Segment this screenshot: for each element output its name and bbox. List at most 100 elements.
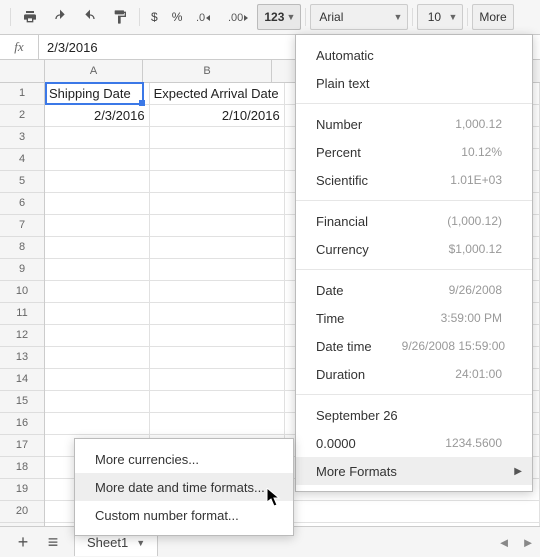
cell[interactable]: 2/3/2016: [45, 105, 150, 126]
cell[interactable]: [45, 391, 150, 412]
menu-item-date[interactable]: Date9/26/2008: [296, 276, 532, 304]
row-header[interactable]: 11: [0, 303, 44, 325]
more-toolbar-button[interactable]: More: [472, 4, 514, 30]
font-select[interactable]: Arial ▼: [310, 4, 408, 30]
column-header-A[interactable]: A: [45, 60, 143, 82]
increase-decimal-button[interactable]: .00: [222, 5, 256, 29]
row-header[interactable]: 5: [0, 171, 44, 193]
row-header[interactable]: 4: [0, 149, 44, 171]
row-header[interactable]: 14: [0, 369, 44, 391]
menu-item-number[interactable]: Number1,000.12: [296, 110, 532, 138]
cell[interactable]: [45, 215, 150, 236]
number-format-button[interactable]: 123 ▼: [257, 4, 301, 30]
decrease-decimal-button[interactable]: .0: [190, 5, 220, 29]
font-size-value: 10: [428, 10, 441, 24]
submenu-item-custom-number[interactable]: Custom number format...: [75, 501, 293, 529]
increase-decimal-icon: .00: [228, 10, 250, 24]
all-sheets-button[interactable]: ≡: [38, 530, 68, 554]
column-header-B[interactable]: B: [143, 60, 272, 82]
percent-label: %: [172, 10, 183, 24]
row-header[interactable]: 6: [0, 193, 44, 215]
menu-item-decimal4[interactable]: 0.00001234.5600: [296, 429, 532, 457]
cell[interactable]: [150, 347, 285, 368]
toolbar: $ % .0 .00 123 ▼ Arial ▼ 10 ▼ More: [0, 0, 540, 35]
cell[interactable]: [150, 391, 285, 412]
paint-icon: [112, 9, 128, 25]
cell[interactable]: [45, 237, 150, 258]
row-header[interactable]: 17: [0, 435, 44, 457]
chevron-down-icon: ▼: [448, 12, 457, 22]
cell[interactable]: [150, 325, 285, 346]
menu-item-scientific[interactable]: Scientific1.01E+03: [296, 166, 532, 194]
cell[interactable]: [150, 215, 285, 236]
cell[interactable]: [45, 325, 150, 346]
undo-button[interactable]: [46, 5, 74, 29]
row-header[interactable]: 8: [0, 237, 44, 259]
currency-button[interactable]: $: [145, 5, 164, 29]
cell[interactable]: [45, 127, 150, 148]
cell[interactable]: [150, 413, 285, 434]
row-header[interactable]: 1: [0, 83, 44, 105]
cell[interactable]: [45, 281, 150, 302]
chevron-down-icon: ▼: [286, 12, 295, 22]
row-header[interactable]: 9: [0, 259, 44, 281]
cell[interactable]: [150, 193, 285, 214]
percent-button[interactable]: %: [166, 5, 189, 29]
cell[interactable]: [45, 171, 150, 192]
cell[interactable]: [150, 127, 285, 148]
redo-button[interactable]: [76, 5, 104, 29]
menu-item-duration[interactable]: Duration24:01:00: [296, 360, 532, 388]
row-header[interactable]: 12: [0, 325, 44, 347]
chevron-right-icon: ▶: [514, 466, 522, 477]
row-header[interactable]: 18: [0, 457, 44, 479]
cell[interactable]: [45, 193, 150, 214]
row-header[interactable]: 3: [0, 127, 44, 149]
cell[interactable]: 2/10/2016: [150, 105, 285, 126]
cell[interactable]: [150, 369, 285, 390]
cell[interactable]: [45, 149, 150, 170]
svg-text:.0: .0: [196, 12, 205, 24]
cell[interactable]: [45, 303, 150, 324]
tab-scroll-left[interactable]: ◄: [492, 535, 516, 550]
row-header[interactable]: 19: [0, 479, 44, 501]
cell[interactable]: [45, 413, 150, 434]
tab-scroll-right[interactable]: ►: [516, 535, 540, 550]
cell[interactable]: [45, 369, 150, 390]
row-header[interactable]: 13: [0, 347, 44, 369]
add-sheet-button[interactable]: +: [8, 530, 38, 554]
cell[interactable]: [150, 303, 285, 324]
row-header[interactable]: 7: [0, 215, 44, 237]
cell[interactable]: [285, 501, 540, 522]
menu-item-financial[interactable]: Financial(1,000.12): [296, 207, 532, 235]
menu-item-percent[interactable]: Percent10.12%: [296, 138, 532, 166]
menu-item-time[interactable]: Time3:59:00 PM: [296, 304, 532, 332]
submenu-item-more-currencies[interactable]: More currencies...: [75, 445, 293, 473]
cell[interactable]: [150, 259, 285, 280]
menu-item-plain-text[interactable]: Plain text: [296, 69, 532, 97]
row-header[interactable]: 15: [0, 391, 44, 413]
row-header[interactable]: 16: [0, 413, 44, 435]
print-button[interactable]: [16, 5, 44, 29]
submenu-item-more-datetime[interactable]: More date and time formats...: [75, 473, 293, 501]
cell[interactable]: [45, 347, 150, 368]
menu-item-more-formats[interactable]: More Formats ▶: [296, 457, 532, 485]
row-header[interactable]: 10: [0, 281, 44, 303]
row-header[interactable]: 2: [0, 105, 44, 127]
cell[interactable]: [150, 237, 285, 258]
select-all-corner[interactable]: [0, 60, 44, 83]
svg-text:.00: .00: [228, 12, 243, 24]
cell[interactable]: [45, 259, 150, 280]
menu-item-datetime[interactable]: Date time9/26/2008 15:59:00: [296, 332, 532, 360]
cell[interactable]: [150, 149, 285, 170]
cell[interactable]: [150, 171, 285, 192]
font-size-select[interactable]: 10 ▼: [417, 4, 463, 30]
cell[interactable]: Expected Arrival Date: [150, 83, 285, 104]
formula-input[interactable]: 2/3/2016: [39, 40, 98, 55]
cell[interactable]: Shipping Date: [45, 83, 150, 104]
menu-item-sep26[interactable]: September 26: [296, 401, 532, 429]
menu-item-currency[interactable]: Currency$1,000.12: [296, 235, 532, 263]
paint-format-button[interactable]: [106, 5, 134, 29]
row-header[interactable]: 20: [0, 501, 44, 523]
cell[interactable]: [150, 281, 285, 302]
menu-item-automatic[interactable]: Automatic: [296, 41, 532, 69]
